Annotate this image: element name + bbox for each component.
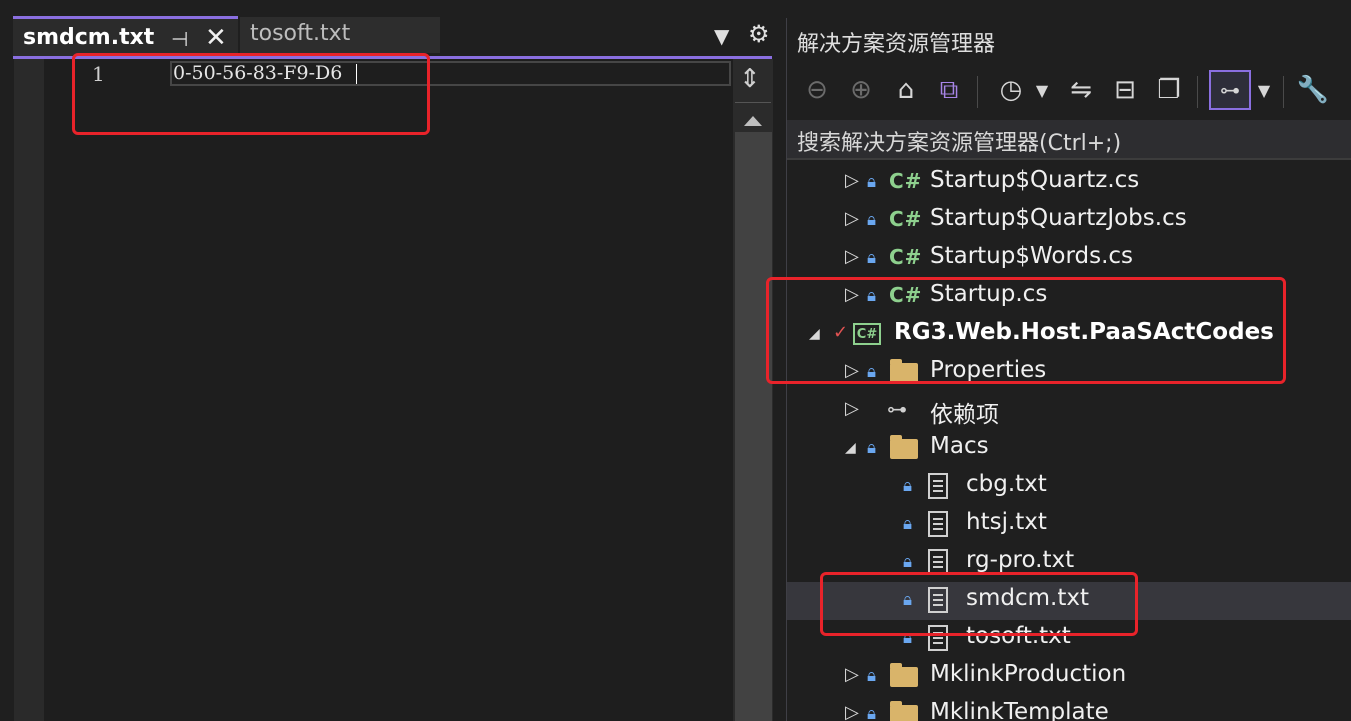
collapse-icon[interactable]: ◢ (845, 440, 856, 456)
folder-icon (890, 435, 918, 459)
tree-item-label: rg-pro.txt (966, 547, 1075, 573)
toolbar-separator (977, 76, 978, 108)
tab-smdcm[interactable]: smdcm.txt ⊣ ✕ (13, 16, 238, 56)
tree-item[interactable]: ▷ 🔒︎ MklinkProduction (787, 658, 1351, 696)
lock-icon: 🔒︎ (867, 666, 877, 686)
lock-icon: 🔒︎ (903, 552, 913, 572)
tree-item[interactable]: ▷ 🔒︎ C# Startup$Words.cs (787, 240, 1351, 278)
tree-item-label: Startup$Quartz.cs (930, 167, 1140, 193)
tree-item[interactable]: ◢ 🔒︎ Macs (787, 430, 1351, 468)
highlight-box-editor (72, 53, 430, 135)
toolbar-separator (1197, 76, 1198, 108)
document-tab-strip: smdcm.txt ⊣ ✕ tosoft.txt ▼ ⚙ (0, 0, 773, 59)
tree-item-label: 依赖项 (930, 402, 999, 428)
expand-icon[interactable]: ▷ (845, 702, 859, 721)
home-icon[interactable]: ⌂ (887, 70, 925, 110)
panel-title: 解决方案资源管理器 (797, 32, 996, 57)
folder-icon (890, 663, 918, 687)
close-icon[interactable]: ✕ (205, 23, 227, 53)
back-icon[interactable]: ⊖ (799, 70, 835, 110)
pin-icon[interactable]: ⊣ (171, 27, 188, 51)
csharp-file-icon: C# (889, 207, 923, 231)
search-input[interactable]: 搜索解决方案资源管理器(Ctrl+;) (787, 120, 1351, 160)
forward-icon[interactable]: ⊕ (843, 70, 879, 110)
toolbar-separator (1283, 76, 1284, 108)
tree-item[interactable]: ▷ 🔒︎ C# Startup$Quartz.cs (787, 164, 1351, 202)
expand-icon[interactable]: ▷ (845, 208, 859, 229)
copy-icon[interactable]: ❐ (1151, 70, 1187, 110)
dependencies-icon: ⊶ (887, 397, 907, 421)
lock-icon: 🔒︎ (867, 172, 877, 192)
collapse-all-icon[interactable]: ⊟ (1107, 70, 1143, 110)
tree-item-label: Startup$Words.cs (930, 243, 1134, 269)
tab-label: tosoft.txt (250, 21, 351, 46)
sync-icon[interactable]: ⇋ (1063, 70, 1099, 110)
csharp-file-icon: C# (889, 245, 923, 269)
pending-changes-icon[interactable]: ◷ (993, 70, 1029, 110)
lock-icon: 🔒︎ (867, 438, 877, 458)
text-file-icon (928, 473, 948, 499)
tree-item-label: cbg.txt (966, 471, 1047, 497)
expand-icon[interactable]: ▷ (845, 170, 859, 191)
lock-icon: 🔒︎ (903, 476, 913, 496)
tree-item-label: Macs (930, 433, 989, 459)
tab-label: smdcm.txt (23, 25, 155, 50)
lock-icon: 🔒︎ (867, 210, 877, 230)
lock-icon: 🔒︎ (867, 248, 877, 268)
highlight-box-project (766, 277, 1286, 384)
tree-item[interactable]: 🔒︎ htsj.txt (787, 506, 1351, 544)
scroll-thumb[interactable] (735, 132, 772, 721)
text-area[interactable] (44, 59, 733, 721)
tree-item-label: Startup$QuartzJobs.cs (930, 205, 1187, 231)
lock-icon: 🔒︎ (867, 704, 877, 721)
show-all-files-icon[interactable]: ⊶ (1209, 70, 1251, 110)
scrollbar-divider (735, 102, 771, 103)
tree-item[interactable]: ▷ 🔒︎ C# Startup$QuartzJobs.cs (787, 202, 1351, 240)
chevron-down-icon[interactable]: ▼ (1031, 70, 1053, 110)
tree-item[interactable]: ▷ 🔒︎ MklinkTemplate (787, 696, 1351, 721)
explorer-toolbar: ⊖ ⊕ ⌂ ⧉ ◷ ▼ ⇋ ⊟ ❐ ⊶ ▼ 🔧 (787, 70, 1351, 116)
tree-item-label: MklinkTemplate (930, 699, 1109, 721)
tab-overflow-icon[interactable]: ▼ (714, 24, 729, 48)
split-window-icon[interactable]: ⇕ (739, 64, 761, 94)
chevron-down-icon[interactable]: ▼ (1253, 70, 1275, 110)
lock-icon: 🔒︎ (903, 514, 913, 534)
search-placeholder: 搜索解决方案资源管理器(Ctrl+;) (797, 131, 1122, 156)
solution-tree: ▷ 🔒︎ C# Startup$Quartz.cs ▷ 🔒︎ C# Startu… (787, 164, 1351, 721)
gear-icon[interactable]: ⚙ (748, 20, 770, 48)
expand-icon[interactable]: ▷ (845, 398, 859, 419)
text-file-icon (928, 511, 948, 537)
tree-item-label: htsj.txt (966, 509, 1047, 535)
tree-item[interactable]: 🔒︎ cbg.txt (787, 468, 1351, 506)
folder-icon (890, 701, 918, 721)
expand-icon[interactable]: ▷ (845, 664, 859, 685)
tree-item-label: MklinkProduction (930, 661, 1127, 687)
scroll-up-icon[interactable] (744, 116, 762, 126)
highlight-box-file (820, 572, 1138, 636)
tree-item[interactable]: ▷ ⊶ 依赖项 (787, 392, 1351, 430)
expand-icon[interactable]: ▷ (845, 246, 859, 267)
switch-view-icon[interactable]: ⧉ (931, 70, 967, 110)
wrench-icon[interactable]: 🔧 (1295, 70, 1331, 110)
tab-tosoft[interactable]: tosoft.txt (240, 17, 440, 53)
indicator-margin (14, 59, 44, 721)
csharp-file-icon: C# (889, 169, 923, 193)
